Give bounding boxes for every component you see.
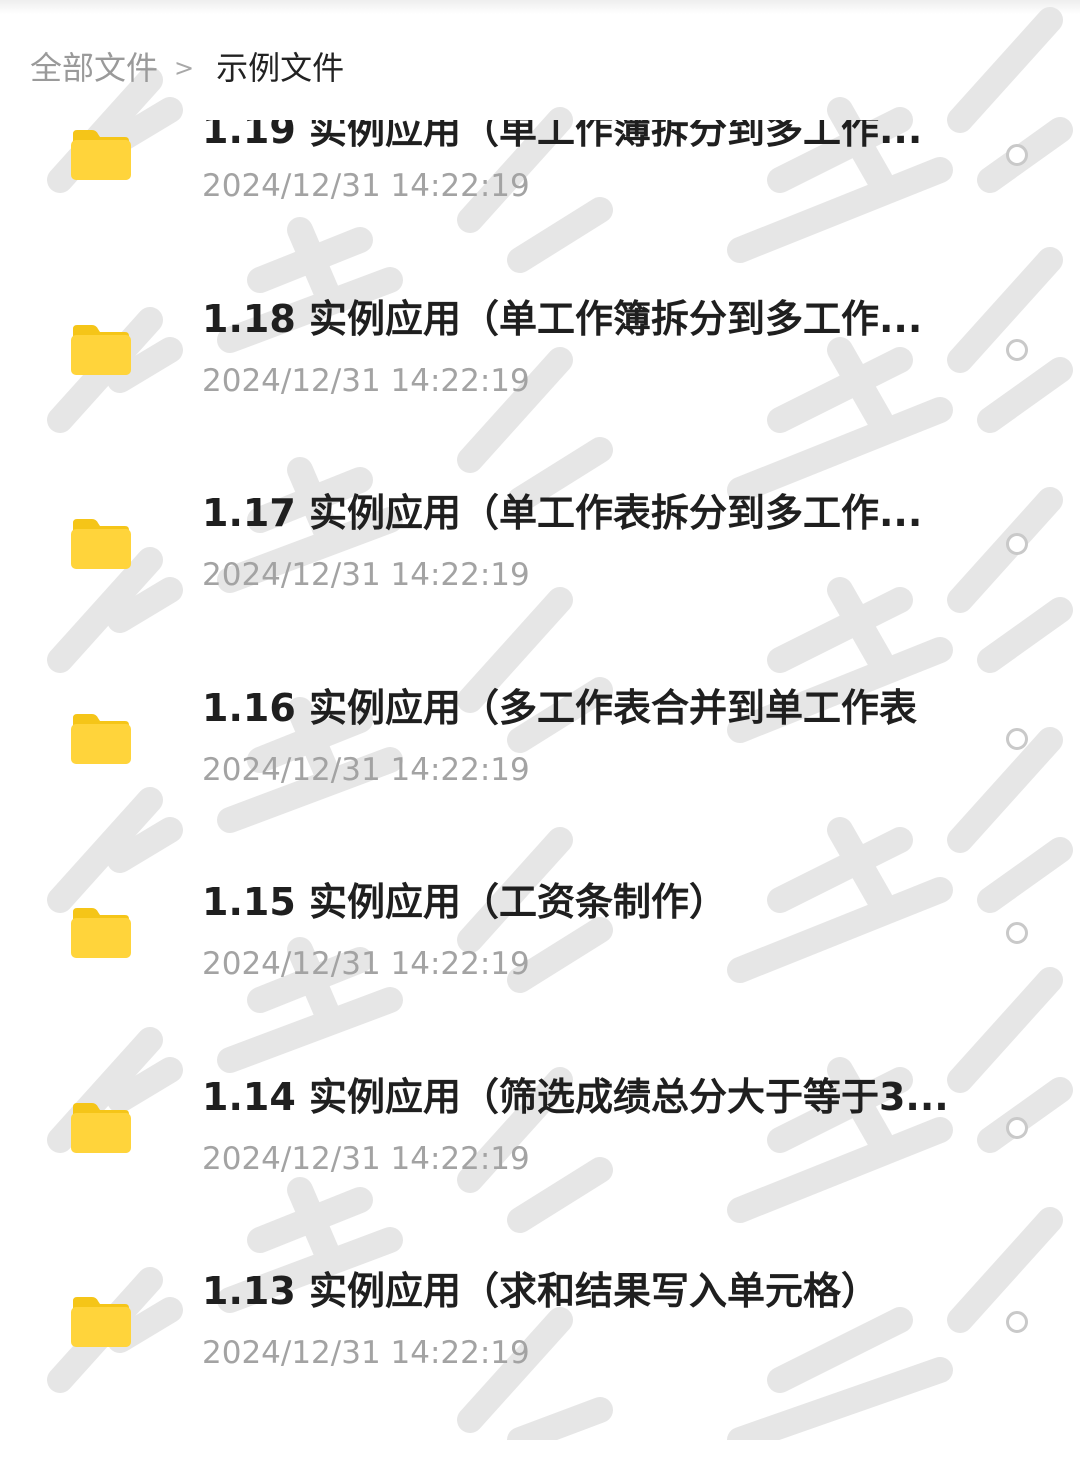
file-list: 1.19 实例应用（单工作簿拆分到多工作... 2024/12/31 14:22:… xyxy=(0,0,1080,1440)
folder-icon xyxy=(71,1297,131,1347)
folder-icon xyxy=(71,130,131,180)
list-item[interactable]: 1.19 实例应用（单工作簿拆分到多工作... 2024/12/31 14:22:… xyxy=(0,98,1080,292)
radio-circle-icon[interactable] xyxy=(1006,533,1028,555)
item-title: 1.18 实例应用（单工作簿拆分到多工作... xyxy=(202,296,923,341)
folder-icon xyxy=(71,324,131,375)
item-title: 1.16 实例应用（多工作表合并到单工作表 xyxy=(202,685,917,730)
item-date: 2024/12/31 14:22:19 xyxy=(202,1140,530,1177)
list-item[interactable]: 1.15 实例应用（工资条制作） 2024/12/31 14:22:19 xyxy=(0,876,1080,1070)
radio-circle-icon[interactable] xyxy=(1006,1311,1028,1333)
list-item[interactable]: 1.18 实例应用（单工作簿拆分到多工作... 2024/12/31 14:22:… xyxy=(0,293,1080,487)
item-date: 2024/12/31 14:22:19 xyxy=(202,557,530,593)
radio-circle-icon[interactable] xyxy=(1006,144,1028,166)
folder-icon xyxy=(71,713,131,764)
folder-icon xyxy=(71,519,131,569)
radio-circle-icon[interactable] xyxy=(1006,338,1028,361)
item-date: 2024/12/31 14:22:19 xyxy=(202,168,530,204)
item-date: 2024/12/31 14:22:19 xyxy=(202,751,530,788)
item-title: 1.15 实例应用（工资条制作） xyxy=(202,880,727,924)
radio-circle-icon[interactable] xyxy=(1006,922,1028,944)
radio-circle-icon[interactable] xyxy=(1006,727,1028,750)
item-date: 2024/12/31 14:22:19 xyxy=(202,1335,530,1371)
list-item[interactable]: 1.13 实例应用（求和结果写入单元格） 2024/12/31 14:22:19 xyxy=(0,1265,1080,1459)
folder-icon xyxy=(71,908,131,958)
list-item[interactable]: 1.16 实例应用（多工作表合并到单工作表 2024/12/31 14:22:19 xyxy=(0,682,1080,876)
item-date: 2024/12/31 14:22:19 xyxy=(202,362,530,399)
item-title: 1.14 实例应用（筛选成绩总分大于等于3... xyxy=(202,1074,949,1119)
radio-circle-icon[interactable] xyxy=(1006,1116,1028,1139)
folder-icon xyxy=(71,1102,131,1153)
item-title: 1.13 实例应用（求和结果写入单元格） xyxy=(202,1269,879,1313)
item-title: 1.19 实例应用（单工作簿拆分到多工作... xyxy=(202,108,923,152)
item-date: 2024/12/31 14:22:19 xyxy=(202,946,530,982)
list-item[interactable]: 1.14 实例应用（筛选成绩总分大于等于3... 2024/12/31 14:22… xyxy=(0,1071,1080,1265)
list-item[interactable]: 1.17 实例应用（单工作表拆分到多工作... 2024/12/31 14:22:… xyxy=(0,487,1080,681)
item-title: 1.17 实例应用（单工作表拆分到多工作... xyxy=(202,491,923,535)
